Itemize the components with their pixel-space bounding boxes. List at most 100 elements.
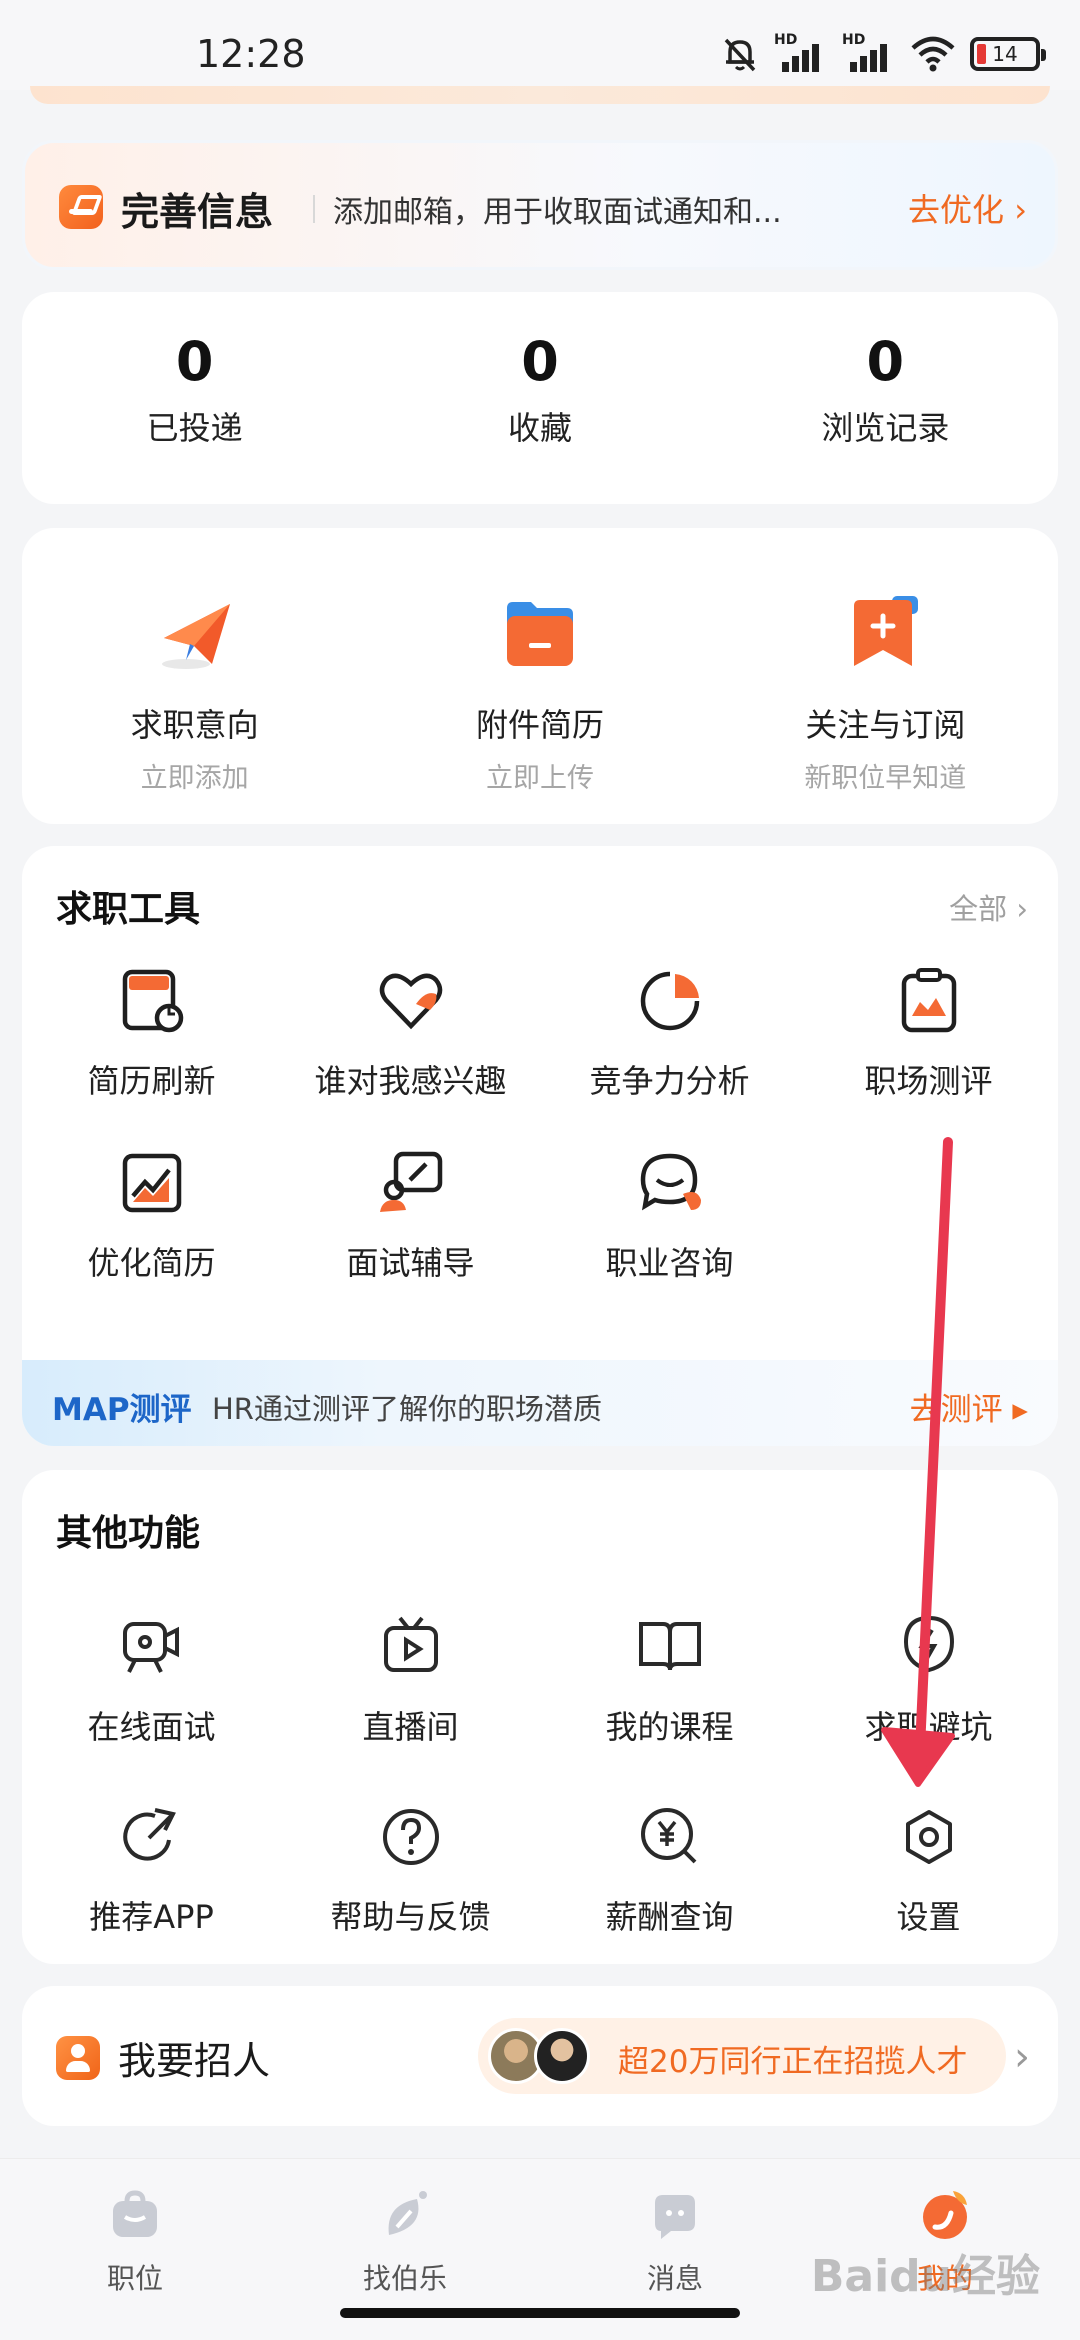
leaf-icon [388, 2191, 427, 2235]
tab-label: 职位 [106, 2262, 163, 2295]
func-settings[interactable]: 设置 [799, 1800, 1058, 1938]
mentor-icon [379, 1151, 442, 1212]
tool-label: 面试辅导 [346, 1244, 475, 1282]
tool-competitiveness[interactable]: 竞争力分析 [540, 964, 799, 1102]
mute-bell-icon [724, 38, 756, 72]
tools-row-2: 优化简历 面试辅导 职业咨询 [22, 1146, 1058, 1284]
optimize-button[interactable]: 去优化 › [908, 185, 1027, 231]
go-assessment-button[interactable]: 去测评 ▸ [910, 1384, 1028, 1429]
stat-label: 浏览记录 [821, 409, 950, 448]
chart-up-icon [122, 1153, 181, 1213]
func-avoid-pitfalls[interactable]: 求职避坑 [799, 1610, 1058, 1748]
func-help-feedback[interactable]: 帮助与反馈 [281, 1800, 540, 1938]
stat-value: 0 [866, 330, 905, 393]
func-label: 帮助与反馈 [330, 1898, 491, 1936]
stat-label: 已投递 [146, 409, 243, 448]
other-functions-card: 其他功能 在线面试 直播间 我的课程 求职避坑 推荐APP 帮助与反馈 薪酬查询… [22, 1470, 1058, 1964]
func-label: 我的课程 [605, 1708, 734, 1746]
view-all-link[interactable]: 全部 › [949, 886, 1028, 928]
func-salary-query[interactable]: 薪酬查询 [540, 1800, 799, 1938]
func-label: 推荐APP [89, 1898, 214, 1936]
quick-attachment-resume[interactable]: 附件简历 立即上传 [367, 528, 712, 824]
recruit-card[interactable]: 我要招人 超20万同行正在招揽人才 › [22, 1986, 1058, 2126]
divider [313, 195, 315, 223]
quick-sub: 立即添加 [140, 763, 249, 794]
folder-icon [506, 602, 573, 666]
profile-flame-icon [923, 2191, 967, 2239]
chevron-right-icon: › [1014, 2034, 1030, 2080]
quick-sub: 立即上传 [485, 763, 594, 794]
watermark: Baidu经验 [810, 2251, 1040, 2302]
bookmark-plus-icon [854, 596, 919, 666]
stat-history[interactable]: 0 浏览记录 [713, 292, 1058, 504]
other-row-2: 推荐APP 帮助与反馈 薪酬查询 设置 [22, 1800, 1058, 1938]
func-live-room[interactable]: 直播间 [281, 1610, 540, 1748]
func-recommend-app[interactable]: 推荐APP [22, 1800, 281, 1938]
func-my-courses[interactable]: 我的课程 [540, 1610, 799, 1748]
stat-value: 0 [521, 330, 559, 393]
live-tv-icon [383, 1616, 438, 1672]
func-label: 在线面试 [87, 1708, 216, 1746]
share-icon [122, 1808, 176, 1861]
func-label: 薪酬查询 [605, 1898, 734, 1936]
video-camera-icon [122, 1622, 179, 1673]
quick-actions-card: 求职意向 立即添加 附件简历 立即上传 关注与订阅 新职位早知道 [22, 528, 1058, 824]
tool-interview-coaching[interactable]: 面试辅导 [281, 1146, 540, 1284]
quick-follow-subscribe[interactable]: 关注与订阅 新职位早知道 [713, 528, 1058, 824]
func-label: 求职避坑 [864, 1708, 993, 1746]
func-label: 直播间 [362, 1708, 459, 1746]
status-bar: 12:28 HD HD 14 [0, 0, 1080, 90]
tools-row-1: 简历刷新 谁对我感兴趣 竞争力分析 职场测评 [22, 964, 1058, 1102]
tool-resume-refresh[interactable]: 简历刷新 [22, 964, 281, 1102]
tool-workplace-assessment[interactable]: 职场测评 [799, 964, 1058, 1102]
top-banner-edge [30, 86, 1050, 104]
map-text: HR通过测评了解你的职场潜质 [212, 1392, 602, 1426]
section-title: 其他功能 [56, 1513, 201, 1554]
recruit-title: 我要招人 [118, 2039, 271, 2083]
profile-prompt-title: 完善信息 [121, 190, 274, 234]
stats-card: 0 已投递 0 收藏 0 浏览记录 [22, 292, 1058, 504]
stat-favorites[interactable]: 0 收藏 [367, 292, 712, 504]
settings-icon [905, 1810, 952, 1864]
tool-label: 竞争力分析 [589, 1062, 750, 1100]
clipboard-icon [901, 968, 956, 1033]
signal-1-icon: HD [774, 32, 828, 72]
func-online-interview[interactable]: 在线面试 [22, 1610, 281, 1748]
section-title: 求职工具 [56, 889, 201, 930]
recruit-promo-pill[interactable]: 超20万同行正在招揽人才 [478, 2018, 1006, 2094]
tool-label: 职场测评 [864, 1062, 993, 1100]
map-tag: MAP测评 [52, 1392, 192, 1428]
book-icon [638, 1622, 701, 1671]
tab-label: 找伯乐 [362, 2262, 447, 2295]
message-icon [655, 2195, 695, 2239]
battery-level: 14 [992, 42, 1018, 66]
quick-label: 求职意向 [130, 706, 259, 744]
edit-profile-icon [59, 185, 103, 229]
shield-lightning-icon [903, 1615, 954, 1673]
resume-refresh-icon [122, 969, 183, 1033]
map-assessment-banner[interactable]: MAP测评 HR通过测评了解你的职场潜质 去测评 ▸ [22, 1360, 1058, 1446]
stat-applied[interactable]: 0 已投递 [22, 292, 367, 504]
profile-completion-banner[interactable]: 完善信息 添加邮箱，用于收取面试通知和... 去优化 › [22, 140, 1058, 270]
tool-career-consulting[interactable]: 职业咨询 [540, 1146, 799, 1284]
tab-jobs[interactable]: 职位 [0, 2159, 270, 2340]
avatar [534, 2028, 590, 2084]
func-label: 设置 [896, 1898, 961, 1936]
battery-icon: 14 [970, 37, 1046, 71]
job-tools-card: 求职工具 全部 › 简历刷新 谁对我感兴趣 竞争力分析 职场测评 优化简历 面试… [22, 846, 1058, 1446]
tool-who-interested[interactable]: 谁对我感兴趣 [281, 964, 540, 1102]
profile-prompt-text: 添加邮箱，用于收取面试通知和... [333, 195, 782, 230]
stat-label: 收藏 [507, 409, 572, 448]
recruit-note: 超20万同行正在招揽人才 [618, 2044, 968, 2080]
quick-label: 关注与订阅 [805, 706, 966, 744]
wifi-icon [911, 36, 955, 72]
quick-job-intention[interactable]: 求职意向 立即添加 [22, 528, 367, 824]
tool-optimize-resume[interactable]: 优化简历 [22, 1146, 281, 1284]
tool-label: 优化简历 [87, 1244, 216, 1282]
tool-label: 简历刷新 [87, 1062, 216, 1100]
stat-value: 0 [175, 330, 214, 393]
heart-icon [379, 973, 442, 1030]
home-indicator [340, 2308, 740, 2318]
signal-2-icon: HD [842, 32, 896, 72]
help-icon [382, 1809, 439, 1865]
